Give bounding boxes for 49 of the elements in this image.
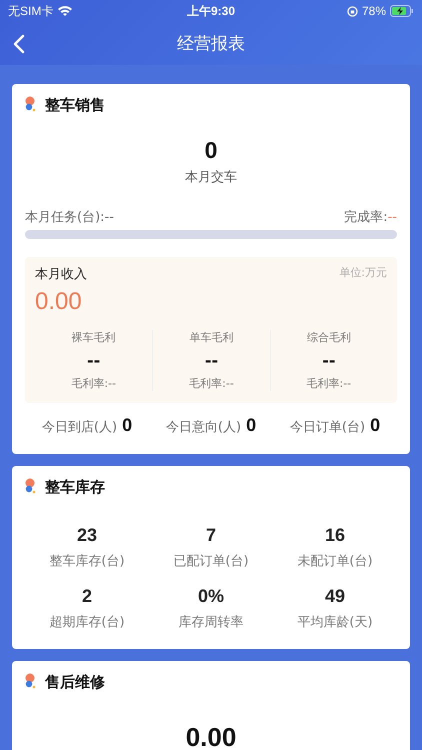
stat-label: 整车库存(台)	[49, 553, 125, 570]
stat-value: 0%	[198, 586, 224, 607]
today-label: 今日订单(台)	[290, 419, 366, 436]
section-dot-icon	[25, 478, 37, 494]
battery-percent: 78%	[362, 4, 386, 18]
stat-value: 23	[76, 525, 98, 546]
profit-value: --	[204, 351, 218, 370]
rotation-lock-icon	[346, 6, 358, 16]
section-title: 整车库存	[45, 478, 105, 497]
profit-value: --	[87, 351, 100, 370]
stat-value: 7	[206, 525, 216, 546]
today-value: 0	[122, 415, 132, 436]
section-title: 整车销售	[45, 96, 105, 115]
income-value: 0.00	[35, 288, 83, 316]
delivered-label: 本月交车	[185, 169, 237, 186]
profit-label: 单车毛利	[189, 330, 234, 345]
delivered-value: 0	[204, 137, 218, 164]
wifi-icon	[57, 5, 74, 17]
stat-label: 已配订单(台)	[173, 553, 249, 570]
back-icon[interactable]	[13, 34, 25, 54]
service-value: 0.00	[186, 722, 236, 750]
profit-value: --	[322, 351, 336, 370]
section-title: 售后维修	[45, 673, 105, 692]
profit-label: 综合毛利	[306, 330, 351, 345]
page-title: 经营报表	[177, 33, 245, 55]
stat-value: 16	[324, 525, 346, 546]
profit-rate: 毛利率:--	[71, 376, 116, 391]
task-label: 本月任务(台):--	[25, 209, 114, 226]
stat-label: 超期库存(台)	[49, 614, 125, 631]
stat-label: 库存周转率	[178, 614, 244, 631]
stat-label: 未配订单(台)	[297, 553, 373, 570]
today-value: 0	[246, 415, 256, 436]
profit-label: 裸车毛利	[72, 330, 116, 345]
carrier-text: 无SIM卡	[8, 2, 54, 20]
today-label: 今日到店(人)	[42, 419, 118, 436]
battery-icon	[390, 5, 414, 17]
status-time: 上午9:30	[186, 2, 236, 20]
profit-rate: 毛利率:--	[189, 376, 234, 391]
income-title: 本月收入	[35, 266, 87, 283]
section-dot-icon	[25, 672, 37, 688]
stat-label: 平均库龄(天)	[297, 614, 373, 631]
profit-rate: 毛利率:--	[306, 376, 352, 391]
unit-label: 单位:万元	[339, 265, 387, 281]
stat-value: 49	[324, 586, 346, 607]
completion-rate: 完成率:--	[344, 209, 397, 226]
stat-value: 2	[82, 586, 92, 607]
section-dot-icon	[25, 96, 37, 112]
today-label: 今日意向(人)	[166, 419, 242, 436]
today-value: 0	[370, 415, 380, 436]
